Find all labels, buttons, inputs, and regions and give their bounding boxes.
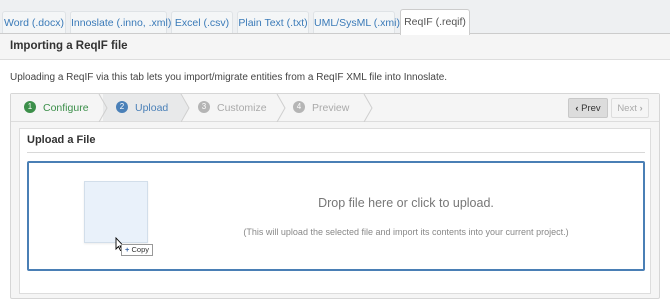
plus-icon: + — [125, 245, 130, 254]
step-label: Configure — [43, 102, 89, 115]
tab-plain-text[interactable]: Plain Text (.txt) — [237, 11, 309, 33]
step-separator-icon — [363, 94, 373, 122]
step-number: 4 — [293, 101, 305, 114]
step-label: Upload — [135, 102, 169, 115]
tab-excel[interactable]: Excel (.csv) — [171, 11, 233, 33]
step-customize[interactable]: 3 Customize — [198, 94, 267, 122]
divider — [27, 152, 645, 153]
tab-innoslate[interactable]: Innoslate (.inno, .xml) — [70, 11, 171, 33]
step-configure[interactable]: 1 Configure — [24, 94, 89, 122]
page-title: Importing a ReqIF file — [10, 40, 128, 52]
import-wizard: 1 Configure 2 Upload 3 Customize 4 Preview — [10, 93, 660, 299]
upload-title: Upload a File — [27, 134, 96, 146]
step-separator-icon — [98, 94, 108, 122]
step-number: 3 — [198, 101, 210, 114]
dropzone-message: Drop file here or click to upload. — [318, 196, 494, 210]
tab-word[interactable]: Word (.docx) — [2, 11, 66, 33]
import-description: Uploading a ReqIF via this tab lets you … — [10, 72, 448, 83]
dropzone-subtext: (This will upload the selected file and … — [243, 227, 569, 237]
wizard-steps: 1 Configure 2 Upload 3 Customize 4 Preview — [11, 94, 659, 122]
step-number: 2 — [116, 101, 128, 114]
tab-reqif[interactable]: ReqIF (.reqif) — [400, 9, 470, 35]
chevron-left-icon: ‹ — [575, 103, 579, 114]
step-upload[interactable]: 2 Upload — [116, 94, 168, 122]
copy-badge: + Copy — [121, 244, 153, 256]
copy-badge-label: Copy — [131, 245, 149, 254]
import-tab-bar: Word (.docx) Innoslate (.inno, .xml) Exc… — [0, 0, 670, 35]
prev-button[interactable]: ‹ Prev — [568, 98, 608, 118]
panel-header: Importing a ReqIF file — [0, 34, 670, 60]
next-button[interactable]: Next › — [611, 98, 649, 118]
step-number: 1 — [24, 101, 36, 114]
step-label: Preview — [312, 102, 350, 115]
step-separator-icon — [180, 94, 190, 122]
prev-label: Prev — [581, 103, 601, 114]
upload-panel: Upload a File + Copy Drop file here or c… — [19, 128, 651, 294]
step-label: Customize — [217, 102, 267, 115]
tab-uml-sysml[interactable]: UML/SysML (.xmi) — [313, 11, 400, 33]
next-label: Next — [617, 103, 637, 114]
step-preview[interactable]: 4 Preview — [293, 94, 349, 122]
file-dropzone[interactable]: + Copy Drop file here or click to upload… — [27, 161, 645, 271]
step-separator-icon — [276, 94, 286, 122]
chevron-right-icon: › — [639, 103, 643, 114]
import-panel: Importing a ReqIF file Uploading a ReqIF… — [0, 33, 670, 304]
